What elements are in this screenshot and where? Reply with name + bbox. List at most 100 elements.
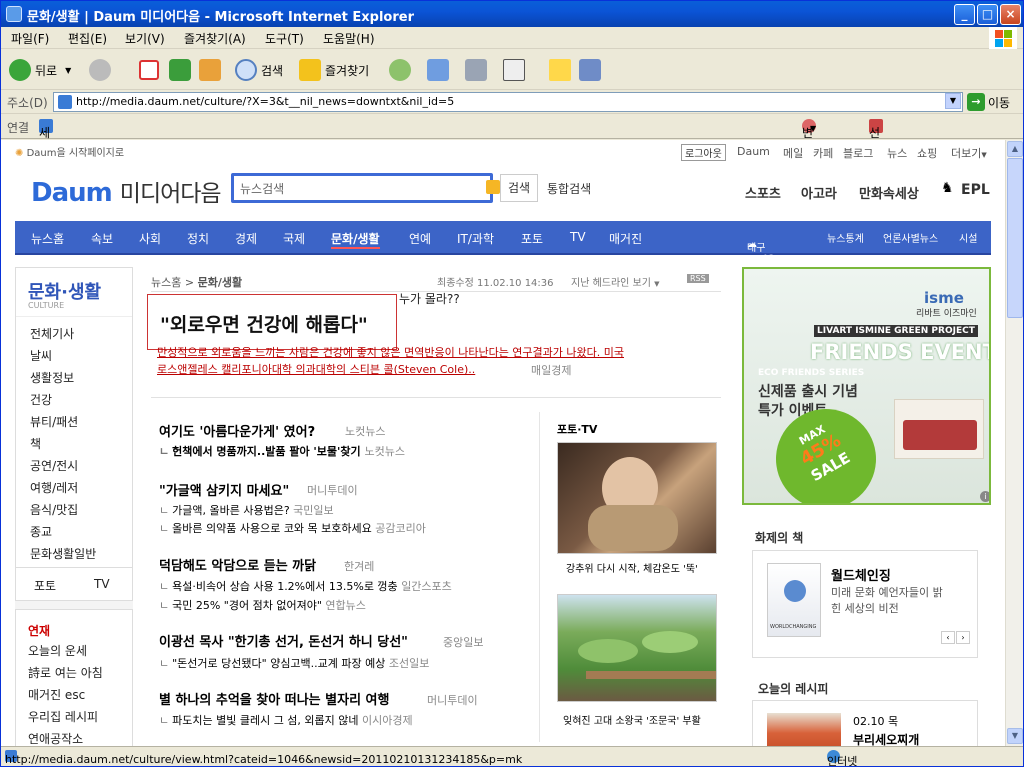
refresh-button[interactable] [169, 58, 195, 82]
sidebar-tab-photo[interactable]: 포토 [34, 577, 56, 594]
minimize-button[interactable]: _ [954, 4, 975, 25]
top-link-cafe[interactable]: 카페 [813, 145, 833, 161]
link-cartoon[interactable]: 만화속세상 [859, 183, 919, 202]
article-sub-3-1[interactable]: ㄴ 욕설·비속어 상습 사용 1.2%에서 13.5%로 껑충 일간스포츠 [159, 578, 452, 594]
top-link-news[interactable]: 뉴스 [887, 145, 907, 161]
close-button[interactable]: × [1000, 4, 1021, 25]
sidebar-item-travel[interactable]: 여행/레저 [30, 479, 78, 496]
photo-cold-weather[interactable] [557, 442, 717, 554]
photo2-caption[interactable]: 잊혀진 고대 소왕국 '조문국' 부활 [563, 712, 701, 727]
article-sub-4-1[interactable]: ㄴ "돈선거로 당선됐다" 양심고백..교계 파장 예상 조선일보 [159, 655, 429, 671]
search-button[interactable]: 검색 [235, 58, 283, 82]
article-sub-2-2[interactable]: ㄴ 올바른 의약품 사용으로 코와 목 보호하세요 공감코리아 [159, 520, 426, 536]
vertical-scrollbar[interactable]: ▲ ▼ [1005, 140, 1023, 746]
article-sub-2-1[interactable]: ㄴ 가글액, 올바른 사용법은? 국민일보 [159, 502, 334, 518]
rss-button[interactable]: RSS [687, 274, 709, 283]
nav-politics[interactable]: 정치 [187, 230, 209, 247]
search-submit-button[interactable]: 검색 [500, 174, 538, 202]
stop-button[interactable] [139, 58, 163, 82]
lead-line-1[interactable]: 만성적으로 외로움을 느끼는 사람은 건강에 좋지 않은 면역반응이 나타난다는… [157, 344, 624, 360]
sidebar-item-food[interactable]: 음식/맛집 [30, 501, 78, 518]
links-item[interactable]: 세바메일 [39, 119, 57, 191]
select-button[interactable]: 선택 [869, 119, 886, 157]
mail-button[interactable] [427, 58, 453, 82]
sidebar-item-all[interactable]: 전체기사 [30, 325, 74, 342]
article-title-2[interactable]: "가글액 삼키지 마세요" [159, 480, 289, 499]
article-title-3[interactable]: 덕담해도 악담으로 듣는 까닭 [159, 555, 316, 574]
top-link-shopping[interactable]: 쇼핑 [917, 145, 937, 161]
nav-world[interactable]: 국제 [283, 230, 305, 247]
menu-help[interactable]: 도움말(H) [323, 30, 375, 47]
print-button[interactable] [465, 58, 491, 82]
search-option-icon[interactable] [486, 180, 500, 194]
scroll-down-icon[interactable]: ▼ [1007, 728, 1023, 744]
menu-edit[interactable]: 편집(E) [68, 30, 107, 47]
total-search-link[interactable]: 통합검색 [547, 180, 591, 197]
sidebar-item-performance[interactable]: 공연/전시 [30, 457, 78, 474]
nav-magazine[interactable]: 매거진 [609, 230, 642, 247]
breadcrumb-home[interactable]: 뉴스홈 [151, 276, 181, 289]
top-link-daum[interactable]: Daum [737, 145, 770, 158]
book-prev-button[interactable]: ‹ [941, 631, 955, 644]
nav-entertainment[interactable]: 연예 [409, 230, 431, 247]
address-input[interactable]: http://media.daum.net/culture/?X=3&t__ni… [53, 92, 963, 112]
recipe-card[interactable]: 02.10 목 부리세오찌개 [752, 700, 978, 746]
convert-button[interactable]: 변환 ▼ [802, 119, 819, 157]
nav-economy[interactable]: 경제 [235, 230, 257, 247]
sidebar-item-general[interactable]: 문화생활일반 [30, 545, 96, 562]
headline-history-link[interactable]: 지난 헤드라인 보기 ▼ [571, 274, 660, 289]
article-sub-5-1[interactable]: ㄴ 파도치는 별빛 클레시 그 섬, 외롭지 않네 이시아경제 [159, 712, 413, 728]
logout-button[interactable]: 로그아웃 [681, 144, 726, 161]
scroll-thumb[interactable] [1007, 158, 1023, 318]
link-sports[interactable]: 스포츠 [745, 183, 781, 202]
menu-view[interactable]: 보기(V) [125, 30, 165, 47]
series-item-esc[interactable]: 매거진 esc [28, 686, 85, 703]
sidebar-item-weather[interactable]: 날씨 [30, 347, 52, 364]
top-link-more[interactable]: 더보기▼ [951, 145, 987, 161]
menu-favorites[interactable]: 즐겨찾기(A) [184, 30, 246, 47]
address-dropdown-icon[interactable]: ▼ [945, 93, 961, 109]
sidebar-tab-tv[interactable]: TV [94, 577, 110, 591]
site-logo[interactable]: Daum 미디어다음 [31, 174, 222, 208]
nav-photo[interactable]: 포토 [521, 230, 543, 247]
article-title-1[interactable]: 여기도 '아름다운가게' 였어? [159, 421, 315, 440]
sidebar-item-beauty[interactable]: 뷰티/패션 [30, 413, 78, 430]
series-item-fortune[interactable]: 오늘의 운세 [28, 642, 87, 659]
series-item-poem[interactable]: 詩로 여는 아침 [28, 664, 103, 681]
nav-facility[interactable]: 시설 [959, 230, 977, 245]
nav-society[interactable]: 사회 [139, 230, 161, 247]
sidebar-item-health[interactable]: 건강 [30, 391, 52, 408]
nav-news-home[interactable]: 뉴스홈 [31, 230, 64, 247]
edit-button[interactable] [503, 58, 529, 82]
menu-tools[interactable]: 도구(T) [265, 30, 304, 47]
messenger-button[interactable] [579, 58, 605, 82]
article-sub-1-1[interactable]: ㄴ 헌책에서 명품까지..발품 팔아 '보물'찾기 노컷뉴스 [159, 443, 405, 459]
nav-culture[interactable]: 문화/생활 [331, 230, 380, 249]
top-link-blog[interactable]: 블로그 [843, 145, 873, 161]
start-page-link[interactable]: ✺ Daum을 시작페이지로 [15, 144, 124, 159]
nav-news-stats[interactable]: 뉴스통계 [827, 230, 864, 245]
go-button[interactable]: → 이동 [967, 93, 1010, 111]
notes-button[interactable] [549, 58, 575, 82]
series-item-love[interactable]: 연애공작소 [28, 730, 83, 746]
nav-breaking[interactable]: 속보 [91, 230, 113, 247]
forward-button[interactable] [89, 58, 115, 82]
article-title-4[interactable]: 이광선 목사 "한기총 선거, 돈선거 하니 당선" [159, 631, 408, 650]
book-card[interactable]: WORLDCHANGING 월드체인징 미래 문화 예언자들이 밝 힌 세상의 … [752, 550, 978, 658]
home-button[interactable] [199, 58, 225, 82]
maximize-button[interactable]: □ [977, 4, 998, 25]
livart-ad-banner[interactable]: isme 리바트 이즈마인 LIVART ISMINE GREEN PROJEC… [742, 267, 991, 505]
lead-line-2[interactable]: 로스앤젤레스 캘리포니아대학 의과대학의 스티븐 콜(Steven Cole).… [157, 361, 475, 377]
news-search-input[interactable]: 뉴스검색 [231, 173, 500, 203]
menu-file[interactable]: 파일(F) [11, 30, 49, 47]
sidebar-item-life-info[interactable]: 생활정보 [30, 369, 74, 386]
history-button[interactable] [389, 58, 415, 82]
top-link-mail[interactable]: 메일 [783, 145, 803, 161]
favorites-button[interactable]: 즐겨찾기 [299, 58, 369, 82]
nav-it[interactable]: IT/과학 [457, 230, 494, 247]
book-next-button[interactable]: › [956, 631, 970, 644]
sidebar-item-books[interactable]: 책 [30, 435, 41, 452]
ad-info-icon[interactable]: i [980, 491, 989, 502]
link-epl[interactable]: EPL [961, 182, 990, 198]
scroll-up-icon[interactable]: ▲ [1007, 141, 1023, 157]
